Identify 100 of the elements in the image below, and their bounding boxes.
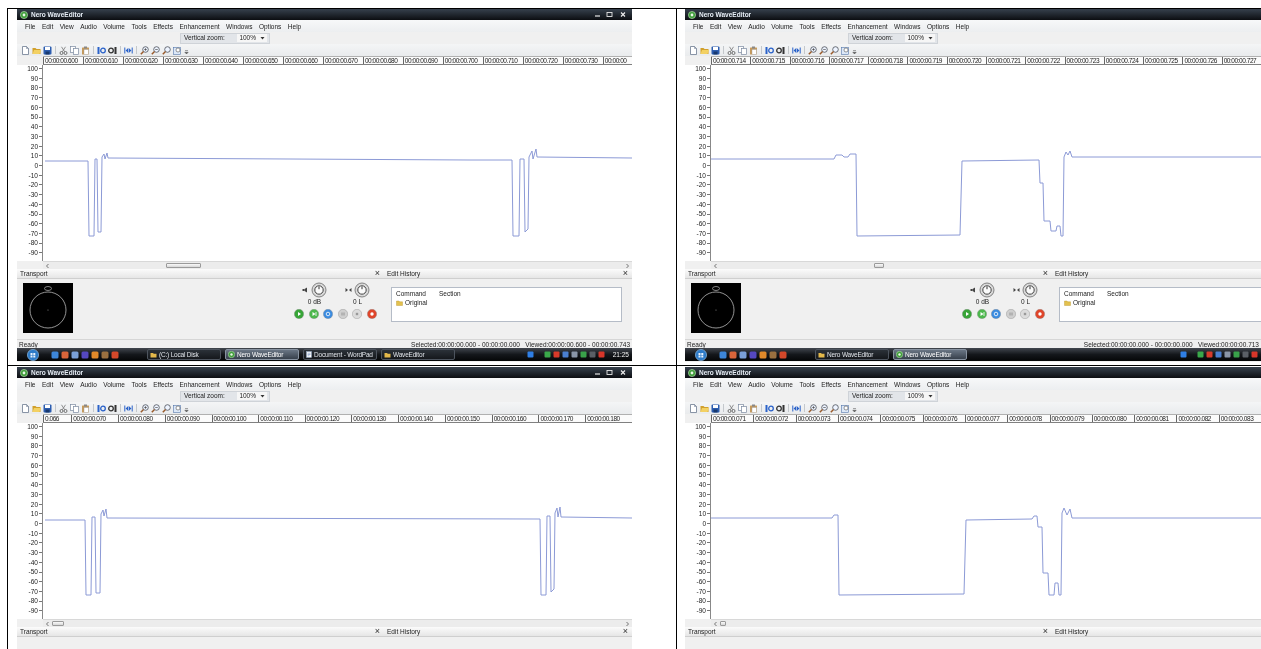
close-button[interactable]: ×	[1041, 627, 1049, 636]
zoom-page-icon[interactable]	[173, 45, 182, 55]
scrollbar-thumb[interactable]	[874, 263, 884, 268]
zoom-in-icon[interactable]	[140, 403, 149, 413]
app-icon	[20, 368, 28, 377]
fit-width-icon[interactable]	[792, 45, 801, 55]
magnifier-icon[interactable]	[830, 45, 839, 55]
close-button[interactable]: ×	[621, 269, 629, 278]
play-selection-icon[interactable]	[976, 309, 987, 319]
play-icon[interactable]	[294, 309, 304, 319]
fit-width-icon[interactable]	[792, 403, 801, 413]
copy-icon[interactable]	[70, 403, 79, 413]
copy-icon[interactable]	[70, 45, 79, 55]
zoom-in-icon[interactable]	[140, 45, 149, 55]
zoom-page-icon[interactable]	[841, 403, 850, 413]
scrollbar-thumb[interactable]	[166, 263, 201, 268]
play-selection-icon[interactable]	[308, 309, 319, 319]
app-icon	[896, 351, 903, 358]
fit-width-icon[interactable]	[124, 403, 133, 413]
new-file-icon[interactable]	[689, 45, 698, 55]
save-icon[interactable]	[43, 45, 52, 55]
fit-width-icon[interactable]	[124, 45, 133, 55]
app-icon	[688, 10, 696, 19]
record-icon[interactable]	[1034, 309, 1045, 319]
close-button[interactable]: ×	[1041, 269, 1049, 278]
stop-icon[interactable]	[1020, 309, 1031, 319]
zoom-in-icon[interactable]	[808, 45, 817, 55]
save-icon[interactable]	[711, 403, 720, 413]
app-icon	[20, 10, 28, 19]
zoom-out-icon[interactable]	[151, 45, 160, 55]
marker-icon[interactable]	[97, 403, 106, 413]
marker-icon[interactable]	[108, 45, 117, 55]
paste-icon[interactable]	[749, 45, 758, 55]
tray-icon[interactable]	[1180, 351, 1187, 358]
record-icon[interactable]	[366, 309, 377, 319]
marker-icon[interactable]	[765, 403, 774, 413]
magnifier-icon[interactable]	[830, 403, 839, 413]
document-icon	[306, 351, 312, 358]
scrollbar-thumb[interactable]	[52, 621, 64, 626]
copy-icon[interactable]	[738, 45, 747, 55]
app-icon	[688, 368, 696, 377]
scrollbar-thumb[interactable]	[720, 621, 726, 626]
magnifier-icon[interactable]	[162, 403, 171, 413]
new-file-icon[interactable]	[21, 45, 30, 55]
close-button[interactable]: ×	[373, 269, 381, 278]
start-orb-icon[interactable]	[695, 348, 707, 361]
magnifier-icon[interactable]	[162, 45, 171, 55]
folder-icon	[384, 351, 391, 358]
balance-knob[interactable]	[354, 282, 370, 298]
horizontal-scrollbar[interactable]	[711, 261, 1261, 269]
save-icon[interactable]	[43, 403, 52, 413]
cut-icon[interactable]	[727, 45, 736, 55]
balance-icon	[1013, 287, 1020, 293]
paste-icon[interactable]	[81, 403, 90, 413]
paste-icon[interactable]	[749, 403, 758, 413]
horizontal-scrollbar[interactable]	[43, 261, 632, 269]
folder-icon	[1064, 300, 1071, 306]
copy-icon[interactable]	[738, 403, 747, 413]
volume-knob[interactable]	[311, 282, 327, 298]
close-button[interactable]: ×	[373, 627, 381, 636]
caret-icon	[928, 36, 933, 40]
stop-icon[interactable]	[352, 309, 363, 319]
horizontal-scrollbar[interactable]	[43, 619, 632, 627]
save-icon[interactable]	[711, 45, 720, 55]
zoom-page-icon[interactable]	[173, 403, 182, 413]
phase-scope-drawing	[23, 283, 73, 333]
loop-icon[interactable]	[991, 309, 1002, 319]
marker-icon[interactable]	[765, 45, 774, 55]
folder-icon	[396, 300, 403, 306]
marker-icon[interactable]	[108, 403, 117, 413]
new-file-icon[interactable]	[689, 403, 698, 413]
balance-knob[interactable]	[1022, 282, 1038, 298]
zoom-page-icon[interactable]	[841, 45, 850, 55]
zoom-out-icon[interactable]	[819, 45, 828, 55]
zoom-out-icon[interactable]	[819, 403, 828, 413]
loop-icon[interactable]	[323, 309, 334, 319]
zoom-out-icon[interactable]	[151, 403, 160, 413]
marker-icon[interactable]	[97, 45, 106, 55]
marker-icon[interactable]	[776, 403, 785, 413]
play-icon[interactable]	[962, 309, 972, 319]
horizontal-scrollbar[interactable]	[711, 619, 1261, 627]
speaker-icon	[970, 287, 977, 293]
folder-icon	[818, 351, 825, 358]
marker-icon[interactable]	[776, 45, 785, 55]
close-button[interactable]: ×	[621, 627, 629, 636]
maximize-icon[interactable]	[605, 369, 614, 376]
paste-icon[interactable]	[81, 45, 90, 55]
maximize-icon[interactable]	[605, 11, 614, 18]
cut-icon[interactable]	[59, 403, 68, 413]
volume-knob[interactable]	[979, 282, 995, 298]
zoom-in-icon[interactable]	[808, 403, 817, 413]
speaker-icon	[302, 287, 309, 293]
caret-icon	[928, 394, 933, 398]
start-orb-icon[interactable]	[27, 348, 39, 361]
tray-icon[interactable]	[526, 351, 534, 358]
cut-icon[interactable]	[59, 45, 68, 55]
balance-icon	[345, 287, 352, 293]
cut-icon[interactable]	[727, 403, 736, 413]
new-file-icon[interactable]	[21, 403, 30, 413]
phase-scope-drawing	[691, 283, 741, 333]
